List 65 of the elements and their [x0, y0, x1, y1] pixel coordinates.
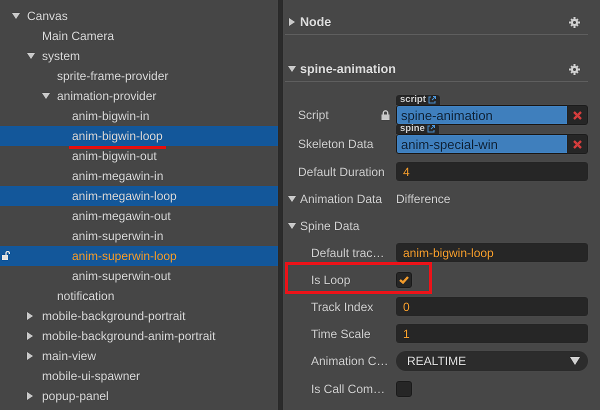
tree-item[interactable]: mobile-background-anim-portrait: [0, 326, 278, 346]
group-label[interactable]: Spine Data: [300, 218, 396, 232]
caret-right-icon[interactable]: [288, 18, 294, 26]
property-label: Default Duration: [298, 164, 386, 178]
property-label: Is Loop: [311, 272, 352, 286]
checkbox[interactable]: [396, 380, 412, 396]
tree-item[interactable]: popup-panel: [0, 386, 278, 406]
tree-item[interactable]: anim-megawin-loop: [0, 186, 278, 206]
caret-down-icon[interactable]: [288, 196, 296, 202]
tree-item[interactable]: anim-bigwin-out: [0, 146, 278, 166]
settings-icon[interactable]: [569, 16, 580, 28]
asset-type-tag[interactable]: script: [396, 95, 440, 105]
property-value: Difference: [396, 192, 450, 206]
caret-down-icon[interactable]: [288, 66, 296, 72]
tree-item[interactable]: anim-superwin-in: [0, 226, 278, 246]
tree-item[interactable]: anim-bigwin-in: [0, 106, 278, 126]
tree-item[interactable]: mobile-background-portrait: [0, 306, 278, 326]
property-label: Skeleton Data: [298, 137, 374, 151]
tree-item[interactable]: anim-superwin-loop: [0, 246, 278, 266]
input-field[interactable]: 0: [396, 297, 588, 316]
caret-down-icon[interactable]: [12, 13, 20, 19]
caret-down-icon[interactable]: [42, 93, 50, 99]
caret-down-icon[interactable]: [288, 222, 296, 228]
property-label: Animation C…: [311, 354, 390, 368]
caret-right-icon[interactable]: [27, 332, 33, 340]
tree-item[interactable]: Main Camera: [0, 26, 278, 46]
unlocked-padlock-icon[interactable]: [1, 251, 10, 260]
tree-item[interactable]: anim-superwin-out: [0, 266, 278, 286]
section-title[interactable]: Node: [300, 15, 569, 29]
caret-right-icon[interactable]: [27, 312, 33, 320]
caret-down-icon[interactable]: [27, 53, 35, 59]
tree-item[interactable]: mobile-ui-spawner: [0, 366, 278, 386]
tree-item[interactable]: anim-megawin-out: [0, 206, 278, 226]
property-label: Is Call Com…: [311, 382, 386, 396]
dropdown[interactable]: REALTIME: [396, 351, 588, 371]
section-title[interactable]: spine-animation: [300, 62, 569, 76]
caret-right-icon[interactable]: [27, 352, 33, 360]
asset-type-tag[interactable]: spine: [396, 124, 439, 134]
checkmark-icon: [399, 276, 409, 284]
asset-field[interactable]: spine-animation: [396, 105, 588, 125]
external-link-icon[interactable]: [426, 125, 435, 133]
tree-item[interactable]: system: [0, 46, 278, 66]
tree-item[interactable]: anim-bigwin-loop: [0, 126, 278, 146]
external-link-icon[interactable]: [428, 96, 436, 104]
tree-item[interactable]: anim-megawin-in: [0, 166, 278, 186]
tree-item[interactable]: animation-provider: [0, 86, 278, 106]
tree-item[interactable]: sprite-frame-provider: [0, 66, 278, 86]
group-label[interactable]: Animation Data: [300, 192, 396, 206]
property-label: Script: [298, 108, 330, 122]
caret-right-icon[interactable]: [27, 392, 33, 400]
remove-icon[interactable]: [572, 140, 582, 148]
settings-icon[interactable]: [569, 64, 580, 74]
input-field[interactable]: 1: [396, 324, 588, 343]
property-label: Time Scale: [311, 326, 372, 340]
input-field[interactable]: anim-bigwin-loop: [396, 243, 588, 262]
caret-down-icon: [570, 357, 580, 365]
remove-icon[interactable]: [572, 110, 582, 120]
input-field[interactable]: 4: [396, 162, 588, 181]
property-label: Default trac…: [311, 246, 386, 260]
tree-item[interactable]: notification: [0, 286, 278, 306]
property-label: Track Index: [311, 300, 374, 314]
tree-item[interactable]: Canvas: [0, 6, 278, 26]
tree-item[interactable]: main-view: [0, 346, 278, 366]
checkbox[interactable]: [396, 272, 412, 288]
asset-field[interactable]: anim-special-win: [396, 134, 588, 154]
